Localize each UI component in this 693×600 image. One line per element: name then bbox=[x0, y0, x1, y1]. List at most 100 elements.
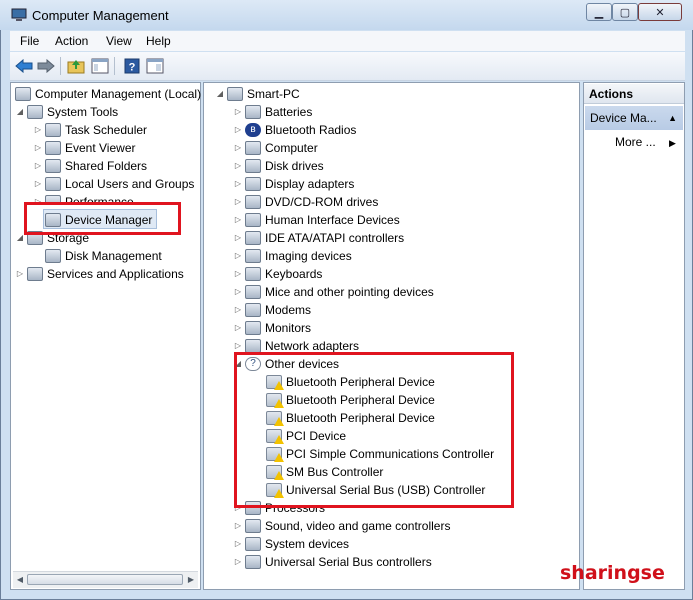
disk-drive-icon bbox=[245, 159, 261, 173]
device-category[interactable]: ▷ Keyboards bbox=[233, 265, 322, 283]
expand-arrow-icon[interactable]: ▷ bbox=[233, 265, 243, 283]
tree-item-label: Event Viewer bbox=[65, 141, 136, 155]
device-category-label: Imaging devices bbox=[265, 249, 352, 263]
maximize-button[interactable]: ▢ bbox=[612, 3, 638, 21]
expand-arrow-icon[interactable]: ▷ bbox=[233, 517, 243, 535]
expand-arrow-icon[interactable]: ▷ bbox=[33, 139, 43, 157]
device-category[interactable]: ▷ Universal Serial Bus controllers bbox=[233, 553, 432, 571]
menu-help[interactable]: Help bbox=[146, 34, 171, 48]
title-bar: Computer Management ▁ ▢ ✕ bbox=[0, 0, 693, 30]
tree-item-system-tools[interactable]: ◢ System Tools bbox=[15, 103, 118, 121]
clock-icon bbox=[45, 123, 61, 137]
back-arrow-icon[interactable] bbox=[14, 56, 34, 76]
device-category[interactable]: ▷ System devices bbox=[233, 535, 349, 553]
expand-arrow-icon[interactable]: ▷ bbox=[233, 175, 243, 193]
device-category-label: Disk drives bbox=[265, 159, 324, 173]
device-category[interactable]: ▷ Computer bbox=[233, 139, 318, 157]
device-category[interactable]: ▷ Sound, video and game controllers bbox=[233, 517, 450, 535]
device-category-label: Mice and other pointing devices bbox=[265, 285, 434, 299]
actions-section-label: Device Ma... bbox=[590, 111, 657, 125]
device-category[interactable]: ▷ Human Interface Devices bbox=[233, 211, 400, 229]
expand-arrow-icon[interactable]: ▷ bbox=[233, 157, 243, 175]
properties-icon[interactable] bbox=[145, 56, 165, 76]
device-category[interactable]: ▷ DVD/CD-ROM drives bbox=[233, 193, 378, 211]
forward-arrow-icon[interactable] bbox=[36, 56, 56, 76]
expand-arrow-icon[interactable]: ▷ bbox=[233, 193, 243, 211]
scrollbar-thumb[interactable] bbox=[27, 574, 183, 585]
expand-arrow-icon[interactable]: ▷ bbox=[233, 283, 243, 301]
expand-arrow-icon[interactable]: ▷ bbox=[233, 535, 243, 553]
expand-arrow-icon[interactable]: ▷ bbox=[233, 247, 243, 265]
tree-root-label: Computer Management (Local) bbox=[35, 87, 202, 101]
actions-section-device-manager[interactable]: Device Ma... ▲ bbox=[585, 106, 683, 130]
collapse-arrow-icon[interactable]: ◢ bbox=[15, 103, 25, 121]
camera-icon bbox=[245, 249, 261, 263]
tree-item-services[interactable]: ▷ Services and Applications bbox=[15, 265, 184, 283]
actions-pane bbox=[583, 82, 685, 590]
device-category-label: Computer bbox=[265, 141, 318, 155]
event-viewer-icon bbox=[45, 141, 61, 155]
tree-root[interactable]: Computer Management (Local) bbox=[13, 85, 201, 103]
scroll-left-arrow-icon[interactable]: ◀ bbox=[14, 573, 26, 587]
scroll-right-arrow-icon[interactable]: ▶ bbox=[185, 573, 197, 587]
highlight-box-other-devices bbox=[234, 352, 514, 508]
expand-arrow-icon[interactable]: ▷ bbox=[33, 121, 43, 139]
expand-arrow-icon[interactable]: ▷ bbox=[233, 103, 243, 121]
expand-arrow-icon[interactable]: ▷ bbox=[233, 301, 243, 319]
tree-item-shared-folders[interactable]: ▷ Shared Folders bbox=[33, 157, 147, 175]
users-icon bbox=[45, 177, 61, 191]
close-button[interactable]: ✕ bbox=[638, 3, 682, 21]
ide-controller-icon bbox=[245, 231, 261, 245]
menu-file[interactable]: File bbox=[20, 34, 39, 48]
menu-bar: File Action View Help bbox=[10, 31, 685, 51]
device-category-label: Batteries bbox=[265, 105, 313, 119]
device-category[interactable]: ▷ Modems bbox=[233, 301, 311, 319]
expand-arrow-icon[interactable]: ▷ bbox=[33, 175, 43, 193]
device-category[interactable]: ▷ Mice and other pointing devices bbox=[233, 283, 434, 301]
tree-item-task-scheduler[interactable]: ▷ Task Scheduler bbox=[33, 121, 147, 139]
expand-arrow-icon[interactable]: ▷ bbox=[15, 265, 25, 283]
show-hide-tree-icon[interactable] bbox=[90, 56, 110, 76]
device-category[interactable]: ▷ IDE ATA/ATAPI controllers bbox=[233, 229, 404, 247]
window-title: Computer Management bbox=[32, 8, 169, 23]
device-category-label: Sound, video and game controllers bbox=[265, 519, 451, 533]
device-category-label: Network adapters bbox=[265, 339, 360, 353]
shared-folder-icon bbox=[45, 159, 61, 173]
network-adapter-icon bbox=[245, 339, 261, 353]
expand-arrow-icon[interactable]: ▷ bbox=[233, 553, 243, 571]
minimize-button[interactable]: ▁ bbox=[586, 3, 612, 21]
device-tree-root[interactable]: ◢ Smart-PC bbox=[215, 85, 300, 103]
expand-arrow-icon[interactable]: ▷ bbox=[33, 157, 43, 175]
device-category[interactable]: ▷ Disk drives bbox=[233, 157, 324, 175]
tree-item-event-viewer[interactable]: ▷ Event Viewer bbox=[33, 139, 135, 157]
expand-arrow-icon[interactable]: ▷ bbox=[233, 229, 243, 247]
chevron-right-icon: ▶ bbox=[669, 138, 676, 148]
expand-arrow-icon[interactable]: ▷ bbox=[233, 319, 243, 337]
tree-item-local-users[interactable]: ▷ Local Users and Groups bbox=[33, 175, 194, 193]
expand-arrow-icon[interactable]: ▷ bbox=[233, 139, 243, 157]
computer-icon bbox=[227, 87, 243, 101]
device-category[interactable]: ▷ Imaging devices bbox=[233, 247, 352, 265]
up-folder-icon[interactable] bbox=[66, 56, 86, 76]
expand-arrow-icon[interactable]: ▷ bbox=[233, 121, 243, 139]
speaker-icon bbox=[245, 519, 261, 533]
collapse-arrow-icon[interactable]: ◢ bbox=[215, 85, 225, 103]
more-actions-link[interactable]: More ... ▶ bbox=[615, 135, 676, 149]
device-category-label: System devices bbox=[265, 537, 350, 551]
horizontal-scrollbar[interactable]: ◀ ▶ bbox=[13, 571, 198, 588]
highlight-box-device-manager bbox=[24, 202, 181, 235]
device-category[interactable]: ▷ Monitors bbox=[233, 319, 311, 337]
expand-arrow-icon[interactable]: ▷ bbox=[233, 211, 243, 229]
mouse-icon bbox=[245, 285, 261, 299]
menu-view[interactable]: View bbox=[106, 34, 132, 48]
collapse-up-icon[interactable]: ▲ bbox=[668, 106, 677, 130]
battery-icon bbox=[245, 105, 261, 119]
device-category[interactable]: ▷ ʙ Bluetooth Radios bbox=[233, 121, 356, 139]
tree-item-label: Local Users and Groups bbox=[65, 177, 195, 191]
device-category[interactable]: ▷ Display adapters bbox=[233, 175, 354, 193]
menu-action[interactable]: Action bbox=[55, 34, 88, 48]
help-icon[interactable]: ? bbox=[122, 56, 142, 76]
tree-item-label: Services and Applications bbox=[47, 267, 184, 281]
device-category[interactable]: ▷ Batteries bbox=[233, 103, 312, 121]
tree-item-disk-management[interactable]: Disk Management bbox=[43, 247, 162, 265]
